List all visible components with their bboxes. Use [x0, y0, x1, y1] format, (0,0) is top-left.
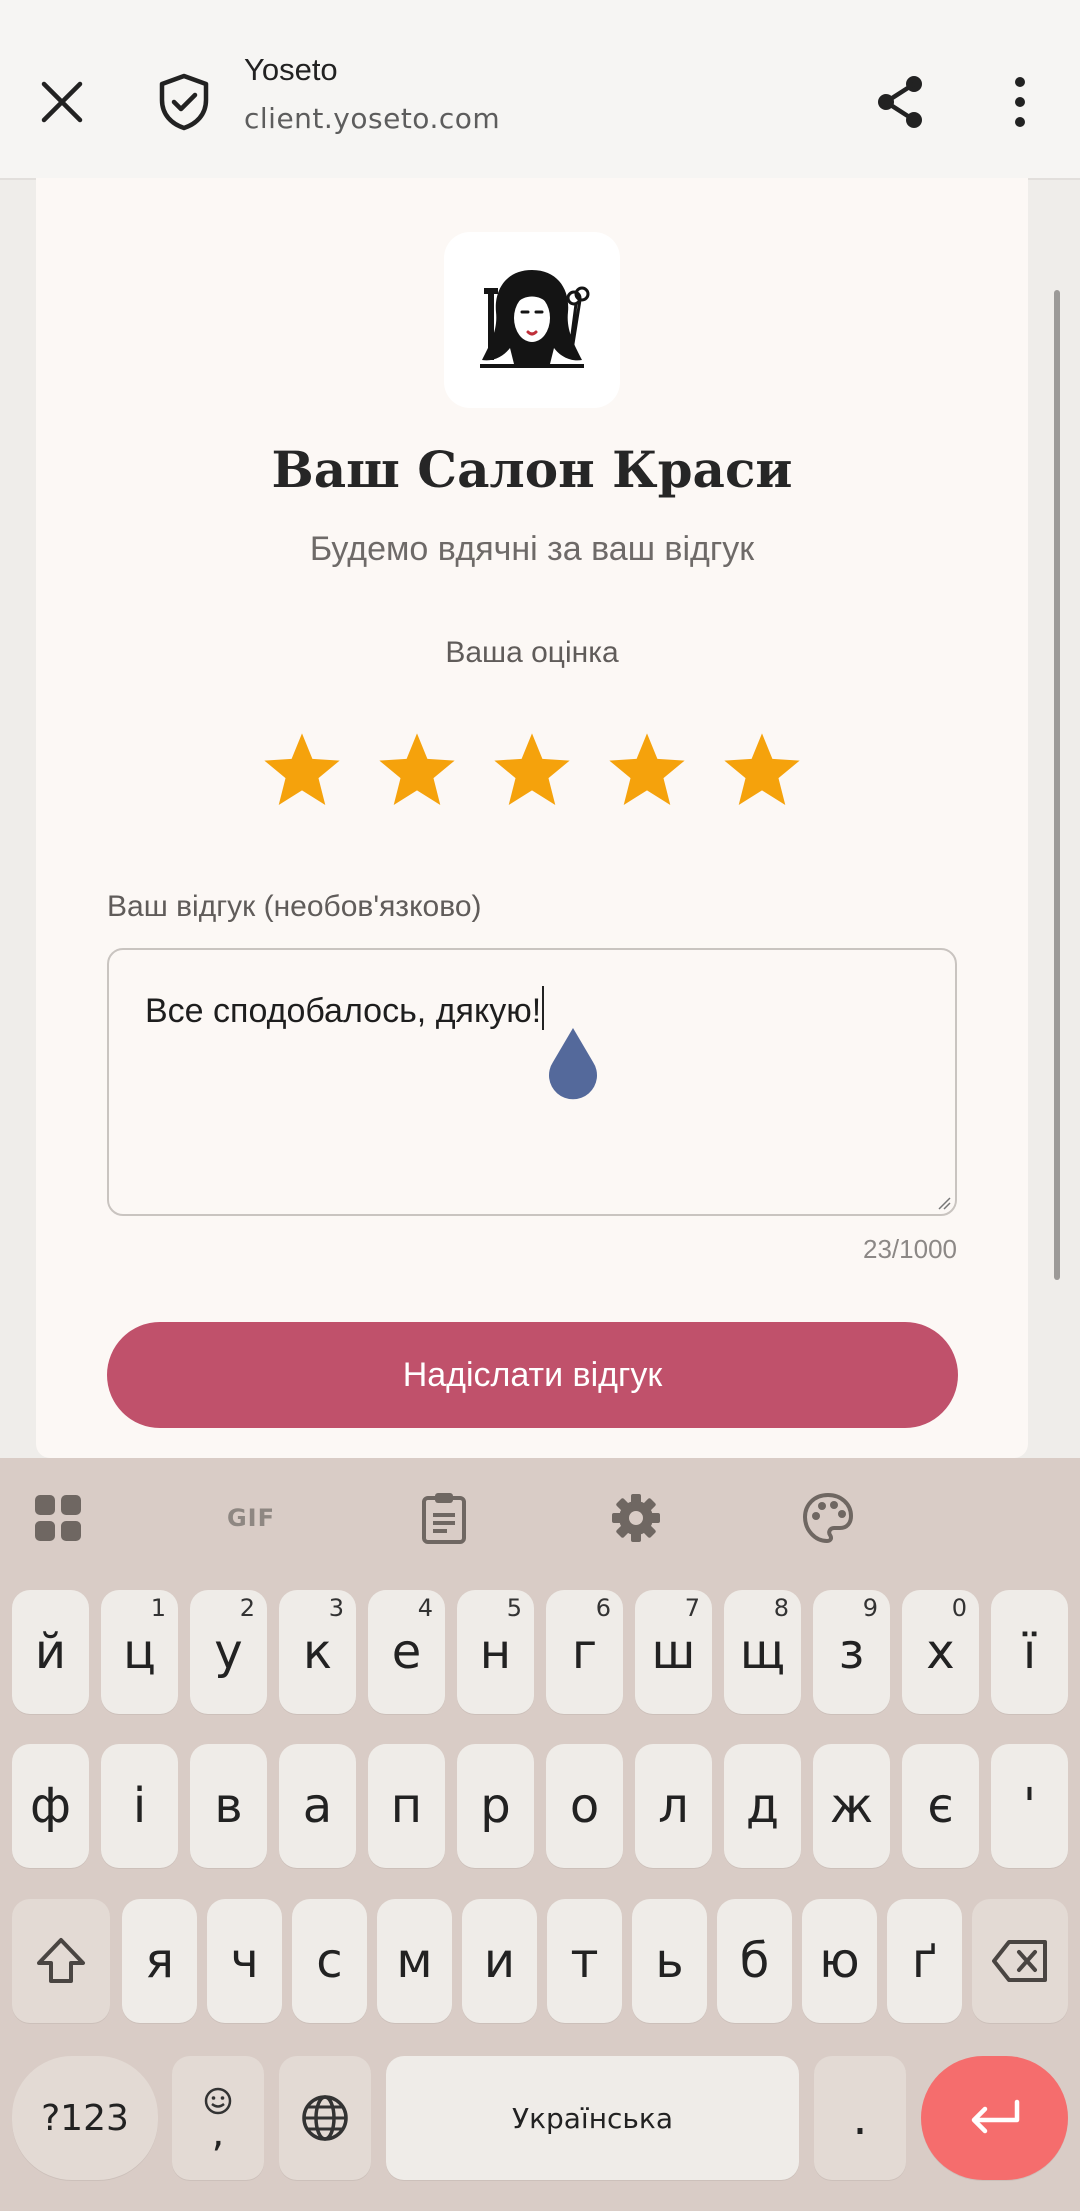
- key[interactable]: з9: [813, 1590, 890, 1714]
- resize-handle-icon[interactable]: [937, 1196, 951, 1210]
- shield-check-icon[interactable]: [152, 70, 216, 134]
- apps-grid-icon[interactable]: [26, 1486, 90, 1550]
- star-icon[interactable]: [719, 728, 805, 814]
- key[interactable]: т: [547, 1899, 622, 2023]
- backspace-icon: [992, 1940, 1047, 1982]
- close-icon[interactable]: [28, 68, 96, 136]
- key[interactable]: б: [717, 1899, 792, 2023]
- onscreen-keyboard: GIF й ц1 у2 к3 е4 н5 г6 ш7 щ8 з9 х0 ї ф …: [0, 1458, 1080, 2211]
- site-title: Yoseto: [244, 52, 338, 87]
- clipboard-icon[interactable]: [412, 1486, 476, 1550]
- key[interactable]: е4: [368, 1590, 445, 1714]
- key[interactable]: щ8: [724, 1590, 801, 1714]
- key[interactable]: в: [190, 1744, 267, 1868]
- key[interactable]: ф: [12, 1744, 89, 1868]
- key[interactable]: п: [368, 1744, 445, 1868]
- page-scrollbar[interactable]: [1054, 290, 1060, 1280]
- browser-toolbar: Yoseto client.yoseto.com: [0, 0, 1080, 180]
- symbols-key[interactable]: ?123: [12, 2056, 158, 2180]
- share-icon[interactable]: [868, 70, 932, 134]
- site-url[interactable]: client.yoseto.com: [244, 102, 500, 135]
- review-textarea[interactable]: Все сподобалось, дякую!: [107, 948, 957, 1216]
- key[interactable]: н5: [457, 1590, 534, 1714]
- key[interactable]: г6: [546, 1590, 623, 1714]
- key[interactable]: к3: [279, 1590, 356, 1714]
- character-counter: 23/1000: [863, 1234, 957, 1264]
- key[interactable]: у2: [190, 1590, 267, 1714]
- settings-icon[interactable]: [604, 1486, 668, 1550]
- period-key[interactable]: .: [814, 2056, 906, 2180]
- key[interactable]: і: [101, 1744, 178, 1868]
- review-text: Все сподобалось, дякую!: [145, 986, 545, 1031]
- key[interactable]: с: [292, 1899, 367, 2023]
- key[interactable]: ж: [813, 1744, 890, 1868]
- star-icon[interactable]: [604, 728, 690, 814]
- key[interactable]: ь: [632, 1899, 707, 2023]
- key[interactable]: д: [724, 1744, 801, 1868]
- submit-review-button[interactable]: Надіслати відгук: [107, 1322, 958, 1428]
- star-rating: [259, 728, 805, 818]
- enter-icon: [971, 2099, 1019, 2134]
- palette-icon[interactable]: [796, 1486, 860, 1550]
- more-vert-icon[interactable]: [990, 70, 1050, 134]
- gif-icon[interactable]: GIF: [218, 1486, 284, 1550]
- key[interactable]: х0: [902, 1590, 979, 1714]
- key[interactable]: а: [279, 1744, 356, 1868]
- cursor-handle-icon[interactable]: [545, 1026, 601, 1102]
- page-subtitle: Будемо вдячні за ваш відгук: [309, 530, 755, 568]
- key[interactable]: ': [991, 1744, 1068, 1868]
- key[interactable]: ш7: [635, 1590, 712, 1714]
- globe-icon: [302, 2095, 348, 2141]
- key[interactable]: ї: [991, 1590, 1068, 1714]
- backspace-key[interactable]: [972, 1899, 1068, 2023]
- shift-key[interactable]: [12, 1899, 110, 2023]
- key[interactable]: о: [546, 1744, 623, 1868]
- shift-icon: [37, 1938, 85, 1983]
- star-icon[interactable]: [259, 728, 345, 814]
- key[interactable]: р: [457, 1744, 534, 1868]
- key[interactable]: й: [12, 1590, 89, 1714]
- key[interactable]: я: [122, 1899, 197, 2023]
- star-icon[interactable]: [489, 728, 575, 814]
- salon-title: Ваш Салон Краси: [271, 440, 793, 499]
- key[interactable]: ч: [207, 1899, 282, 2023]
- star-icon[interactable]: [374, 728, 460, 814]
- key[interactable]: ю: [802, 1899, 877, 2023]
- key[interactable]: м: [377, 1899, 452, 2023]
- text-caret: [542, 986, 545, 1030]
- key[interactable]: ц1: [101, 1590, 178, 1714]
- salon-logo: [444, 232, 620, 408]
- rating-label: Ваша оцінка: [445, 636, 619, 669]
- space-key[interactable]: Українська: [386, 2056, 799, 2180]
- emoji-comma-key[interactable]: ,: [172, 2056, 264, 2180]
- enter-key[interactable]: [921, 2056, 1068, 2180]
- review-label: Ваш відгук (необов'язково): [107, 890, 482, 923]
- key[interactable]: и: [462, 1899, 537, 2023]
- key[interactable]: ґ: [887, 1899, 962, 2023]
- language-key[interactable]: [279, 2056, 371, 2180]
- key[interactable]: є: [902, 1744, 979, 1868]
- key[interactable]: л: [635, 1744, 712, 1868]
